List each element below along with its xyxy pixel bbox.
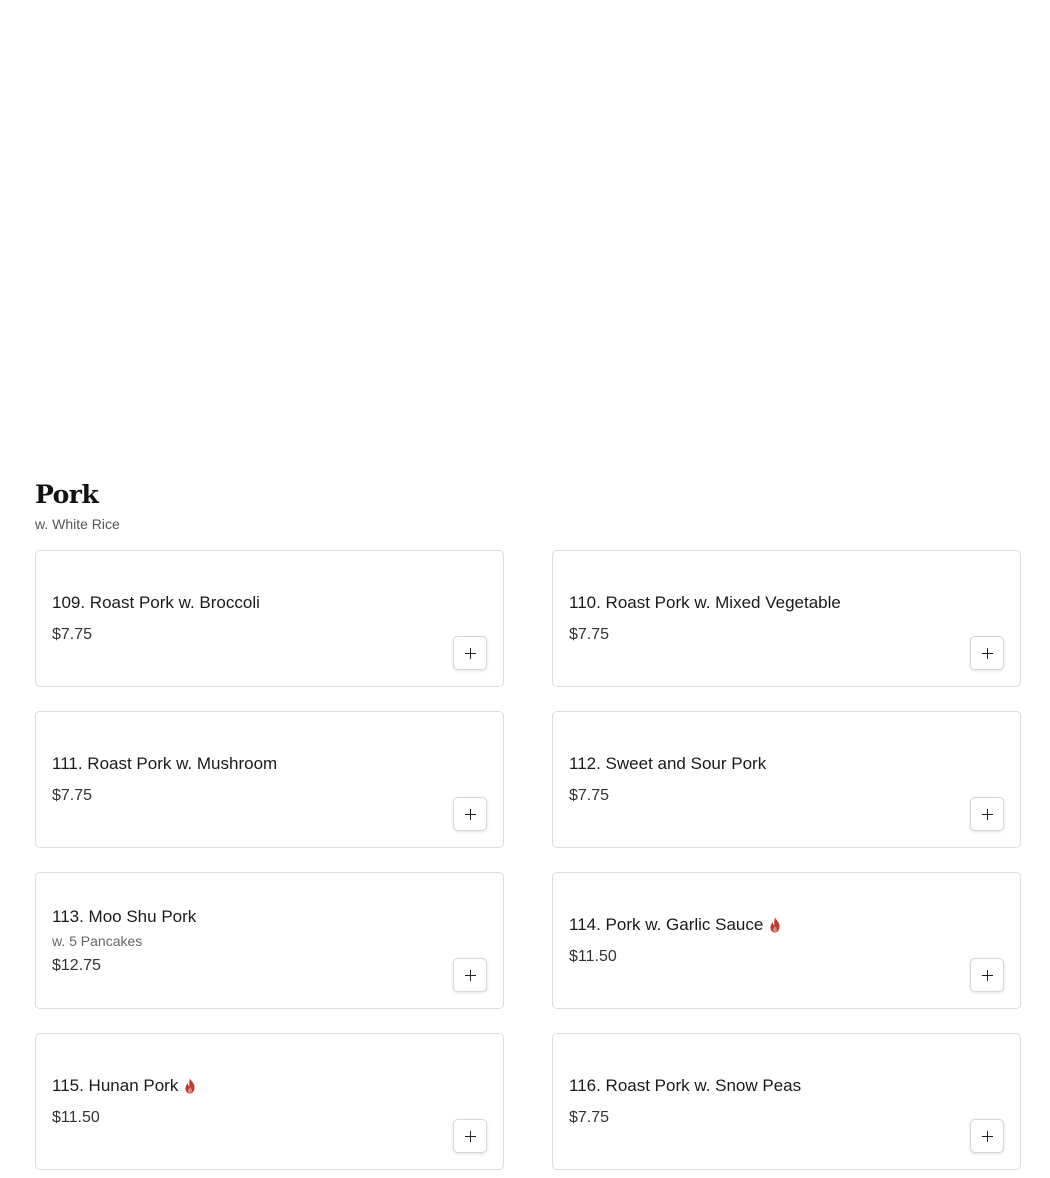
item-price: $7.75 xyxy=(52,626,93,643)
menu-item-card[interactable]: 112. Sweet and Sour Pork $7.75 xyxy=(552,711,1021,848)
plus-icon xyxy=(464,969,476,981)
flame-icon xyxy=(185,1078,195,1094)
add-item-button[interactable] xyxy=(970,1119,1004,1153)
add-item-button[interactable] xyxy=(970,958,1004,992)
add-item-button[interactable] xyxy=(970,797,1004,831)
menu-item-card[interactable]: 115. Hunan Pork $11.50 xyxy=(35,1033,504,1170)
plus-icon xyxy=(464,647,476,659)
item-name: 111. Roast Pork w. Mushroom xyxy=(52,754,278,773)
item-name: 116. Roast Pork w. Snow Peas xyxy=(569,1076,802,1095)
plus-icon xyxy=(981,969,993,981)
plus-icon xyxy=(981,808,993,820)
add-item-button[interactable] xyxy=(453,1119,487,1153)
menu-item-card[interactable]: 111. Roast Pork w. Mushroom $7.75 xyxy=(35,711,504,848)
item-name: 112. Sweet and Sour Pork xyxy=(569,754,767,773)
item-price: $12.75 xyxy=(52,956,101,974)
item-price: $7.75 xyxy=(569,626,610,643)
menu-item-card[interactable]: 109. Roast Pork w. Broccoli $7.75 xyxy=(35,550,504,687)
item-name: 110. Roast Pork w. Mixed Vegetable xyxy=(569,593,841,612)
item-name: 114. Pork w. Garlic Sauce xyxy=(569,914,960,936)
item-price: $7.75 xyxy=(52,787,93,804)
add-item-button[interactable] xyxy=(453,636,487,670)
flame-icon xyxy=(770,917,780,933)
item-price: $7.75 xyxy=(569,1109,610,1126)
add-item-button[interactable] xyxy=(453,958,487,992)
section-header: Pork w. White Rice xyxy=(35,480,120,533)
menu-item-card[interactable]: 110. Roast Pork w. Mixed Vegetable $7.75 xyxy=(552,550,1021,687)
item-description: w. 5 Pancakes xyxy=(52,932,143,949)
item-name: 115. Hunan Pork xyxy=(52,1075,443,1097)
menu-item-card[interactable]: 114. Pork w. Garlic Sauce $11.50 xyxy=(552,872,1021,1009)
item-name: 113. Moo Shu Pork xyxy=(52,906,197,926)
add-item-button[interactable] xyxy=(453,797,487,831)
item-price: $11.50 xyxy=(52,1109,100,1126)
section-title: Pork xyxy=(35,480,99,509)
section-subtitle: w. White Rice xyxy=(35,516,120,532)
menu-item-card[interactable]: 113. Moo Shu Pork w. 5 Pancakes $12.75 xyxy=(35,872,504,1009)
plus-icon xyxy=(981,647,993,659)
add-item-button[interactable] xyxy=(970,636,1004,670)
item-price: $11.50 xyxy=(569,948,617,965)
plus-icon xyxy=(464,1130,476,1142)
plus-icon xyxy=(464,808,476,820)
menu-item-card[interactable]: 116. Roast Pork w. Snow Peas $7.75 xyxy=(552,1033,1021,1170)
plus-icon xyxy=(981,1130,993,1142)
item-name: 109. Roast Pork w. Broccoli xyxy=(52,593,260,612)
item-price: $7.75 xyxy=(569,787,610,804)
